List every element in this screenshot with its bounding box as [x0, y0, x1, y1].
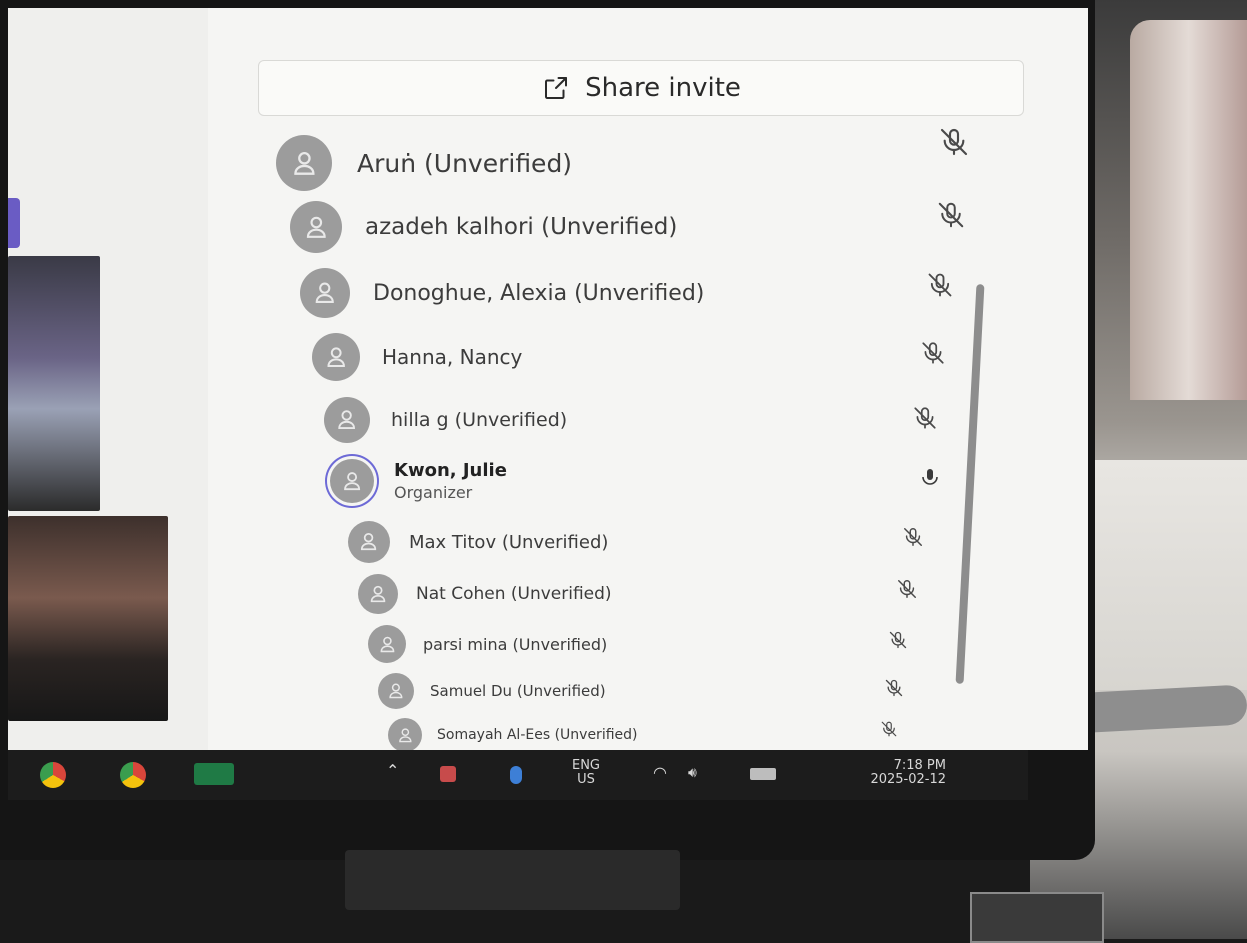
share-icon [545, 77, 568, 99]
avatar [358, 574, 398, 614]
participant-row[interactable]: Somayah Al-Ees (Unverified) [388, 715, 637, 750]
avatar [378, 673, 414, 709]
participant-name: Aruṅ (Unverified) [357, 148, 573, 178]
participant-name: Somayah Al-Ees (Unverified) [437, 727, 638, 743]
participant-info: Aruṅ (Unverified) [357, 149, 572, 178]
chrome-icon[interactable] [120, 762, 146, 788]
mic-off-icon[interactable] [936, 200, 966, 230]
person-icon [306, 216, 326, 238]
mic-off-icon[interactable] [888, 630, 908, 650]
participant-row[interactable]: Max Titov (Unverified) [348, 518, 608, 566]
participant-name: parsi mina (Unverified) [423, 634, 608, 654]
participant-info: Somayah Al-Ees (Unverified) [437, 727, 637, 743]
participant-info: parsi mina (Unverified) [423, 635, 607, 654]
participant-name: Hanna, Nancy [382, 345, 523, 369]
mic-on-icon[interactable] [918, 466, 942, 490]
person-icon [293, 151, 315, 175]
person-icon [327, 347, 345, 367]
participant-info: Hanna, Nancy [382, 345, 522, 369]
participant-info: hilla g (Unverified) [391, 409, 567, 431]
participant-row[interactable]: parsi mina (Unverified) [368, 622, 607, 666]
chevron-up-icon[interactable]: ⌃ [386, 763, 399, 779]
language-indicator[interactable]: ENG US [566, 759, 606, 787]
volume-icon[interactable]: 🔊︎ [688, 766, 697, 780]
usb-connector [970, 892, 1104, 943]
participant-name: Max Titov (Unverified) [409, 531, 609, 553]
mic-off-icon[interactable] [926, 271, 954, 299]
participant-row[interactable]: Kwon, Julie Organizer [330, 456, 507, 506]
avatar [276, 135, 332, 191]
mic-off-icon[interactable] [920, 340, 946, 366]
person-icon [398, 728, 412, 742]
battery-icon[interactable] [750, 768, 776, 780]
participant-info: Nat Cohen (Unverified) [416, 584, 612, 604]
background-cup [1130, 20, 1247, 400]
avatar [312, 333, 360, 381]
share-invite-label: Share invite [585, 73, 741, 103]
participant-row[interactable]: Nat Cohen (Unverified) [358, 571, 612, 617]
avatar [324, 397, 370, 443]
person-icon [389, 683, 403, 699]
meeting-screen: Share invite Aruṅ (Unverified) azadeh kal… [8, 8, 1088, 750]
person-icon [338, 410, 356, 430]
person-icon [361, 533, 377, 551]
video-tile[interactable] [8, 516, 168, 721]
share-invite-button[interactable]: Share invite [258, 60, 1024, 116]
participant-row[interactable]: azadeh kalhori (Unverified) [290, 198, 677, 256]
participant-name: hilla g (Unverified) [391, 409, 568, 431]
participant-info: azadeh kalhori (Unverified) [365, 214, 677, 240]
participant-row[interactable]: Hanna, Nancy [312, 330, 522, 384]
participant-info: Donoghue, Alexia (Unverified) [373, 281, 704, 306]
monitor-stand [345, 850, 680, 910]
participant-name: Nat Cohen (Unverified) [416, 584, 612, 604]
video-tile[interactable] [8, 256, 100, 511]
clock-time: 7:18 PM [893, 758, 946, 773]
participant-row[interactable]: hilla g (Unverified) [324, 394, 567, 446]
mic-off-icon[interactable] [938, 126, 970, 158]
participant-name: Donoghue, Alexia (Unverified) [373, 280, 705, 306]
avatar [330, 459, 374, 503]
participant-name: azadeh kalhori (Unverified) [365, 214, 678, 240]
participant-name: Kwon, Julie [394, 460, 507, 481]
mic-off-icon[interactable] [880, 720, 898, 738]
participant-info: Samuel Du (Unverified) [430, 682, 606, 700]
person-icon [370, 585, 386, 603]
monitor-bezel: Share invite Aruṅ (Unverified) azadeh kal… [0, 0, 1095, 860]
participant-info: Kwon, Julie Organizer [394, 460, 507, 502]
person-icon [344, 472, 360, 490]
taskbar: ⌃ ENG US ◠ 🔊︎ 7:18 PM 2025-02-12 [8, 750, 1028, 800]
person-icon [380, 636, 394, 652]
avatar [300, 268, 350, 318]
avatar [348, 521, 390, 563]
excel-icon[interactable] [194, 763, 234, 785]
tray-app-icon[interactable] [440, 766, 456, 782]
wifi-icon[interactable]: ◠ [653, 765, 667, 781]
participant-row[interactable]: Donoghue, Alexia (Unverified) [300, 265, 704, 321]
clock[interactable]: 7:18 PM 2025-02-12 [816, 759, 946, 787]
avatar [290, 201, 342, 253]
clock-date: 2025-02-12 [870, 772, 946, 787]
person-icon [315, 282, 335, 304]
mic-off-icon[interactable] [902, 526, 924, 548]
video-tile-active-indicator[interactable] [8, 198, 20, 248]
participant-name: Samuel Du (Unverified) [430, 682, 606, 700]
mic-off-icon[interactable] [912, 405, 938, 431]
participant-role: Organizer [394, 483, 473, 502]
mic-off-icon[interactable] [896, 578, 918, 600]
mic-off-icon[interactable] [884, 678, 904, 698]
participant-row[interactable]: Aruṅ (Unverified) [276, 132, 572, 194]
avatar [368, 625, 406, 663]
chrome-icon[interactable] [40, 762, 66, 788]
participant-row[interactable]: Samuel Du (Unverified) [378, 670, 606, 712]
avatar [388, 718, 422, 750]
mic-tray-icon[interactable] [510, 766, 522, 784]
participant-info: Max Titov (Unverified) [409, 532, 608, 553]
video-gallery [8, 8, 208, 750]
